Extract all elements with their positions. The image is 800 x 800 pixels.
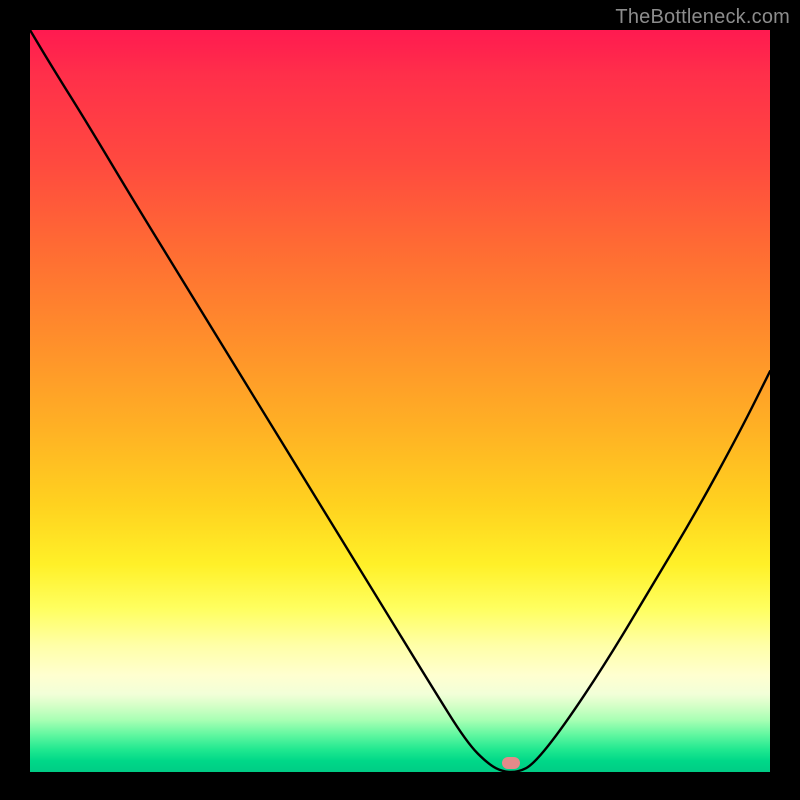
curve-path (30, 30, 770, 772)
plot-area (30, 30, 770, 772)
bottleneck-curve (30, 30, 770, 772)
watermark-text: TheBottleneck.com (615, 6, 790, 29)
optimum-marker (502, 757, 520, 769)
chart-frame: TheBottleneck.com (0, 0, 800, 800)
